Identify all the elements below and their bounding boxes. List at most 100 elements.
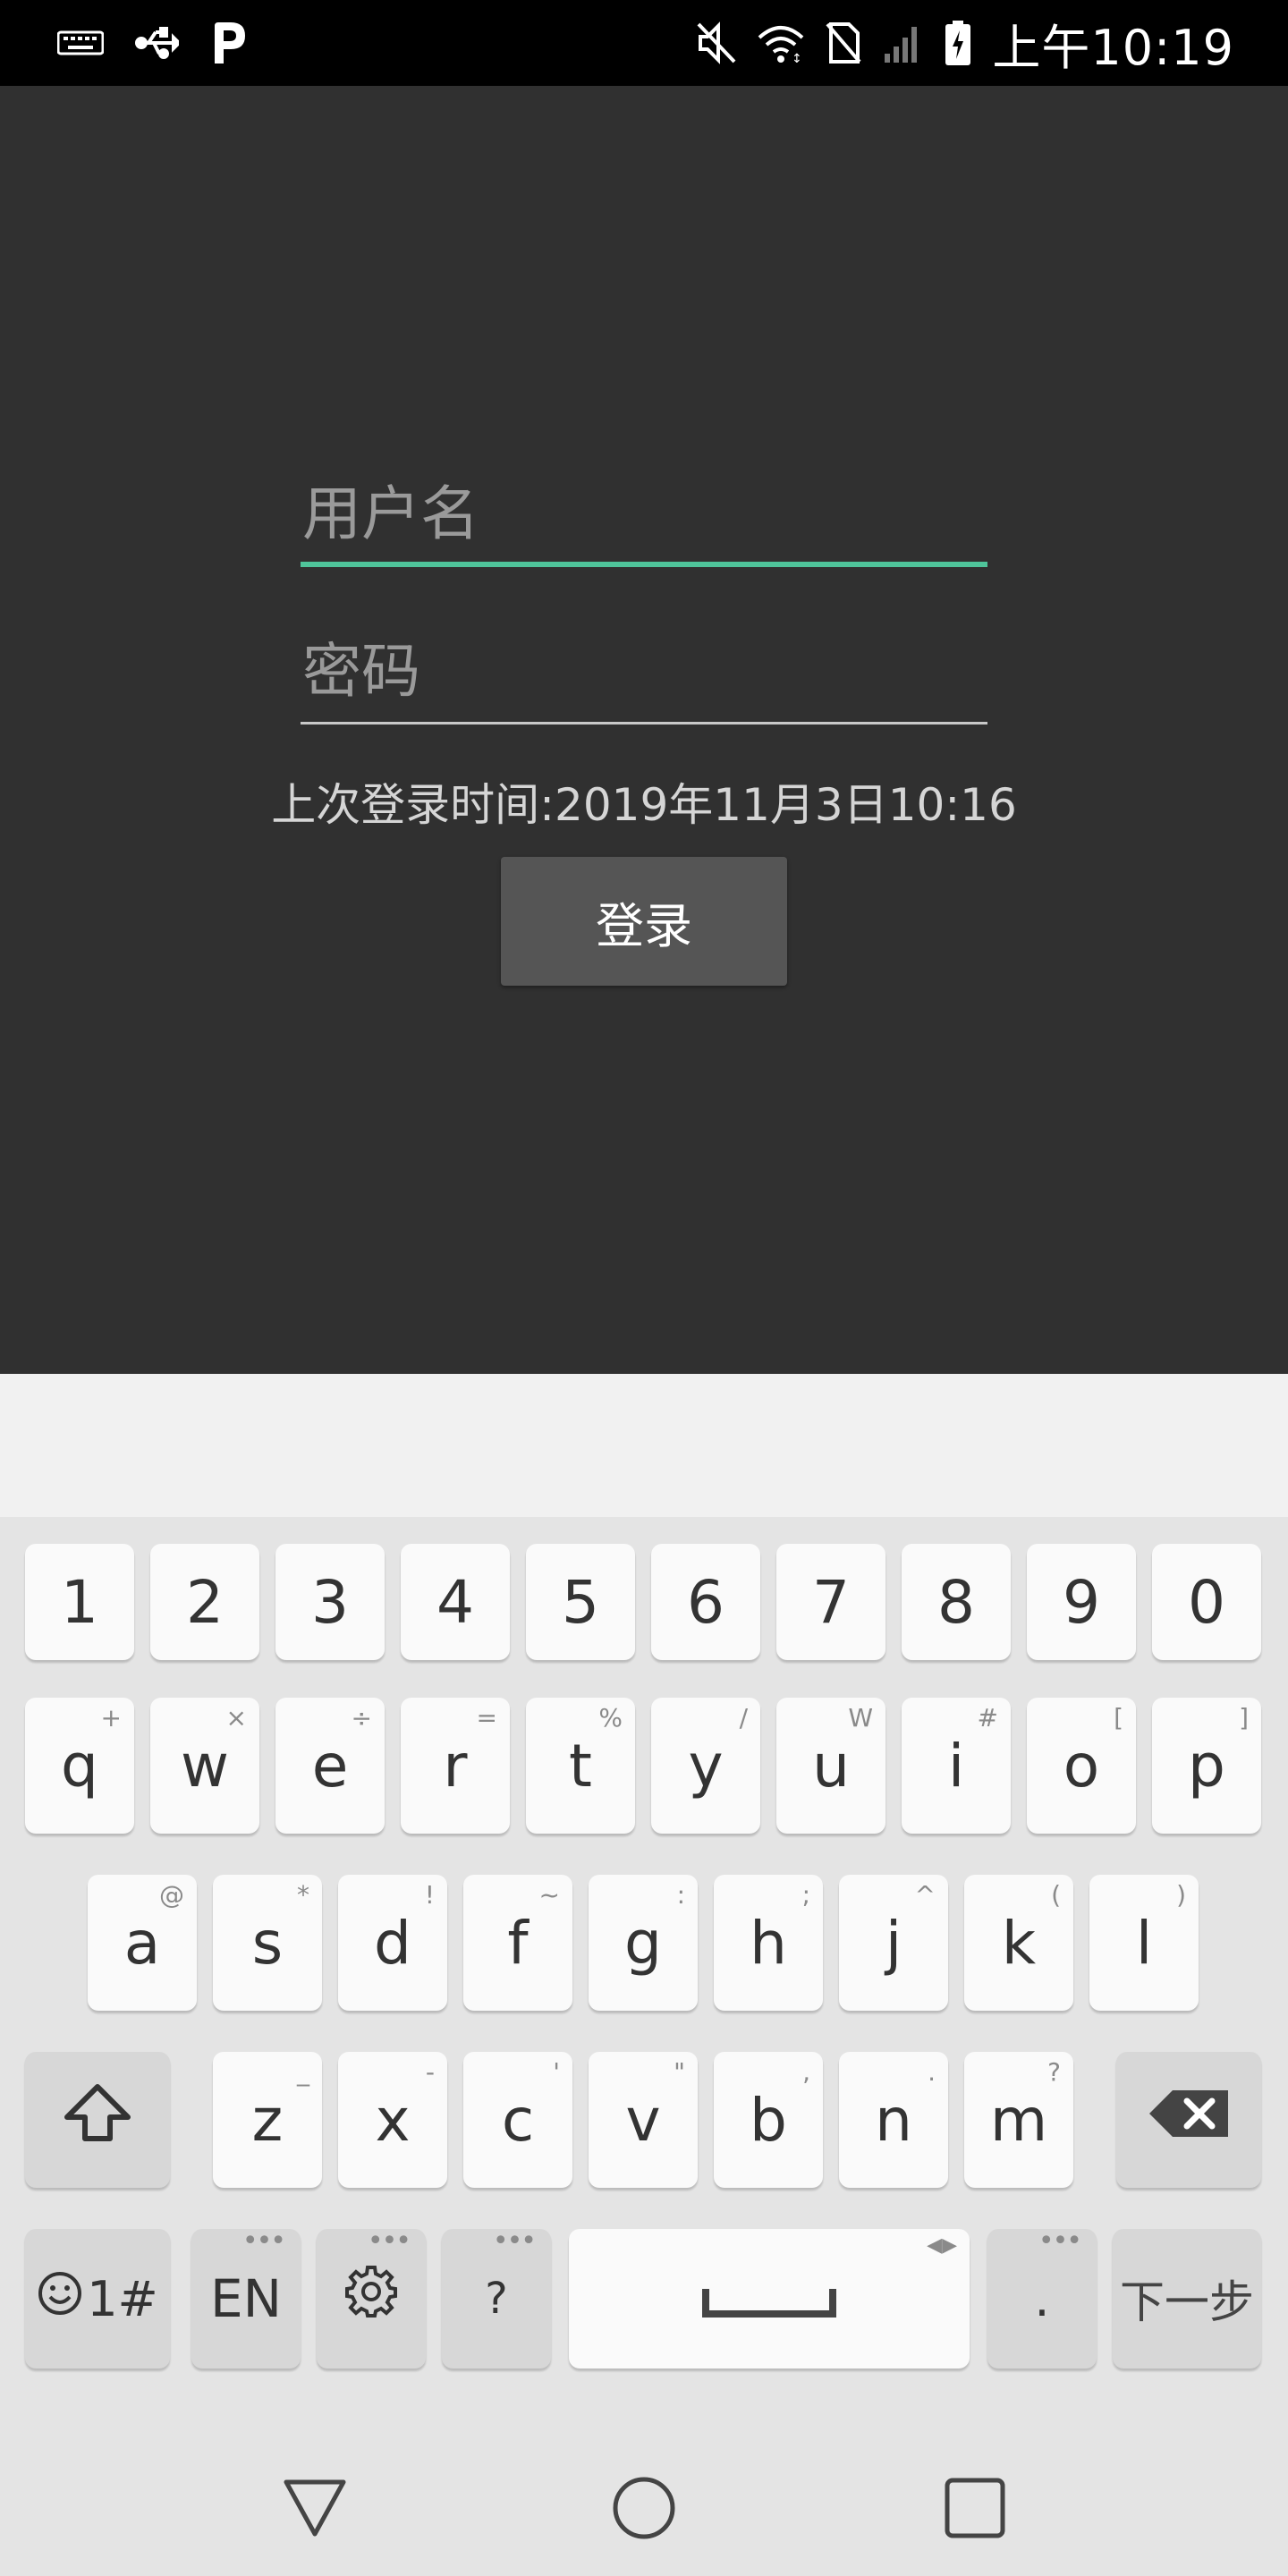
key-label: . — [1034, 2270, 1050, 2327]
key-l[interactable]: ) l — [1089, 1875, 1199, 2011]
key-j[interactable]: ^ j — [839, 1875, 948, 2011]
key-hint: / — [739, 1703, 748, 1733]
p-icon — [209, 21, 249, 65]
emoji-symbols-key[interactable]: 1# — [25, 2229, 170, 2368]
key-s[interactable]: * s — [213, 1875, 322, 2011]
key-hint: = — [476, 1703, 497, 1733]
key-7[interactable]: 7 — [776, 1544, 886, 1660]
key-label: p — [1188, 1731, 1225, 1801]
key-label: 3 — [311, 1567, 349, 1637]
key-hint: ( — [1051, 1880, 1061, 1910]
key-z[interactable]: _ z — [213, 2052, 322, 2188]
cursor-arrows-hint: ◀▶ — [927, 2234, 957, 2257]
shift-key[interactable] — [25, 2052, 170, 2188]
key-f[interactable]: ~ f — [463, 1875, 572, 2011]
key-label: z — [251, 2085, 284, 2155]
svg-text:↕: ↕ — [792, 52, 802, 64]
key-6[interactable]: 6 — [651, 1544, 760, 1660]
key-label: c — [501, 2085, 535, 2155]
status-bar-left-icons — [57, 20, 249, 66]
more-dots: ••• — [1038, 2225, 1082, 2257]
key-label: 下一步 — [1120, 2276, 1254, 2328]
shift-icon — [62, 2081, 133, 2158]
recents-button[interactable] — [930, 2465, 1020, 2555]
key-o[interactable]: [o — [1027, 1698, 1136, 1834]
key-label: 9 — [1063, 1567, 1100, 1637]
key-y[interactable]: / y — [651, 1698, 760, 1834]
key-g[interactable]: :g — [589, 1875, 698, 2011]
backspace-key[interactable] — [1116, 2052, 1261, 2188]
key-label: d — [374, 1908, 411, 1978]
key-label: o — [1063, 1731, 1100, 1801]
key-hint: @ — [159, 1880, 184, 1910]
period-key[interactable]: •••. — [987, 2225, 1097, 2368]
key-m[interactable]: ? m — [964, 2052, 1073, 2188]
key-0[interactable]: 0 — [1152, 1544, 1261, 1660]
more-dots: ••• — [492, 2225, 537, 2257]
key-5[interactable]: 5 — [526, 1544, 635, 1660]
key-hint: - — [425, 2057, 435, 2087]
username-input[interactable] — [301, 469, 987, 558]
space-key[interactable]: ◀▶ — [569, 2229, 970, 2368]
key-h[interactable]: ; h — [714, 1875, 823, 2011]
question-key[interactable]: •••? — [442, 2225, 551, 2368]
key-v[interactable]: " v — [589, 2052, 698, 2188]
key-hint: + — [100, 1703, 122, 1733]
home-circle-icon — [611, 2475, 677, 2545]
status-bar-time: 上午10:19 — [992, 19, 1234, 76]
keyboard-suggestion-bar — [0, 1374, 1288, 1517]
home-button[interactable] — [599, 2465, 689, 2555]
key-1[interactable]: 1 — [25, 1544, 134, 1660]
key-i[interactable]: # i — [902, 1698, 1011, 1834]
signal-icon — [881, 21, 924, 64]
soft-keyboard: 1 2 3 4 5 6 7 8 9 0 + q × w ÷ e = r % t / y Wu… — [0, 1374, 1288, 2426]
username-field[interactable] — [301, 469, 987, 567]
key-label: h — [750, 1908, 787, 1978]
key-r[interactable]: = r — [401, 1698, 510, 1834]
key-hint: [ — [1114, 1703, 1123, 1733]
key-hint: ÷ — [351, 1703, 372, 1733]
key-n[interactable]: .n — [839, 2052, 948, 2188]
key-w[interactable]: × w — [150, 1698, 259, 1834]
key-label: g — [624, 1908, 662, 1978]
key-hint: " — [674, 2057, 685, 2087]
key-d[interactable]: ! d — [338, 1875, 447, 2011]
key-4[interactable]: 4 — [401, 1544, 510, 1660]
navigation-bar — [0, 2426, 1288, 2576]
key-8[interactable]: 8 — [902, 1544, 1011, 1660]
key-label: 7 — [812, 1567, 850, 1637]
key-label: 0 — [1188, 1567, 1225, 1637]
key-9[interactable]: 9 — [1027, 1544, 1136, 1660]
language-key[interactable]: ••• EN — [191, 2225, 301, 2368]
key-label: q — [61, 1731, 98, 1801]
keyboard-icon — [57, 30, 104, 56]
key-label: e — [311, 1731, 349, 1801]
key-q[interactable]: + q — [25, 1698, 134, 1834]
key-hint: ' — [553, 2057, 560, 2087]
space-icon — [702, 2265, 836, 2334]
key-c[interactable]: ' c — [463, 2052, 572, 2188]
key-u[interactable]: Wu — [776, 1698, 886, 1834]
next-key[interactable]: 下一步 — [1113, 2229, 1261, 2368]
keyboard-settings-key[interactable]: ••• — [317, 2228, 426, 2368]
key-t[interactable]: % t — [526, 1698, 635, 1834]
more-dots: ••• — [242, 2225, 286, 2257]
password-input[interactable] — [301, 626, 987, 716]
key-a[interactable]: @ a — [88, 1875, 197, 2011]
key-label: ? — [485, 2274, 508, 2324]
key-b[interactable]: ,b — [714, 2052, 823, 2188]
key-label: r — [443, 1731, 468, 1801]
back-button[interactable] — [270, 2465, 360, 2555]
key-e[interactable]: ÷ e — [275, 1698, 385, 1834]
key-hint: ^ — [914, 1880, 936, 1910]
key-p[interactable]: ] p — [1152, 1698, 1261, 1834]
key-3[interactable]: 3 — [275, 1544, 385, 1660]
password-field[interactable] — [301, 626, 987, 724]
key-hint: * — [297, 1880, 309, 1910]
key-hint: % — [598, 1703, 623, 1733]
key-2[interactable]: 2 — [150, 1544, 259, 1660]
key-k[interactable]: (k — [964, 1875, 1073, 2011]
key-x[interactable]: -x — [338, 2052, 447, 2188]
login-button[interactable]: 登录 — [501, 857, 787, 986]
key-label: f — [507, 1908, 529, 1978]
